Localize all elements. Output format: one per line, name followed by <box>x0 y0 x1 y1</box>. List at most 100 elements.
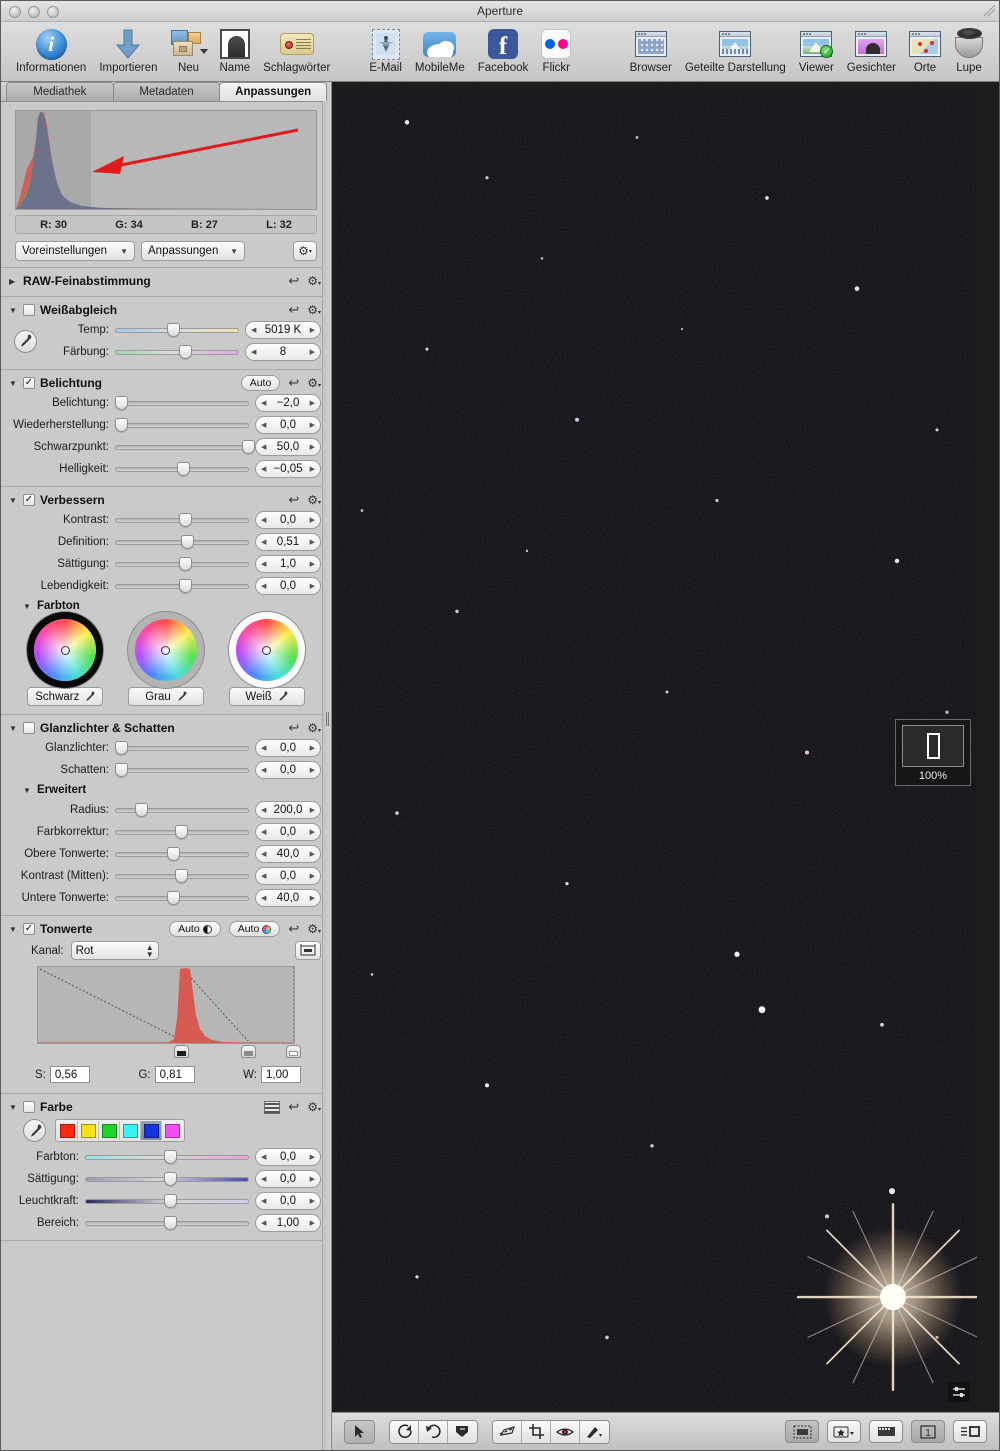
stepper-right-arrow-icon[interactable]: ▶ <box>310 1175 315 1183</box>
color-swatch-blue[interactable] <box>141 1121 162 1140</box>
untere-tonwerte-stepper[interactable]: ◀ 40,0 ▶ <box>255 889 321 907</box>
chevron-down-icon[interactable]: ▼ <box>9 925 18 934</box>
gear-icon[interactable]: ⚙▾ <box>307 274 321 288</box>
glanzlichter-stepper[interactable]: ◀ 0,0 ▶ <box>255 739 321 757</box>
kontrast-mitten-stepper[interactable]: ◀ 0,0 ▶ <box>255 867 321 885</box>
black-tint-wheel[interactable] <box>34 619 97 681</box>
tab-mediathek[interactable]: Mediathek <box>6 82 114 101</box>
gear-icon[interactable]: ⚙▾ <box>307 303 321 317</box>
tab-anpassungen[interactable]: Anpassungen <box>219 82 328 101</box>
gray-tint-wheel[interactable] <box>134 619 197 681</box>
obere-tonwerte-slider-track[interactable] <box>115 851 249 857</box>
gear-icon[interactable]: ⚙▾ <box>293 241 317 261</box>
tint-slider-track[interactable] <box>115 349 239 355</box>
stepper-right-arrow-icon[interactable]: ▶ <box>310 560 315 568</box>
white-tint-picker-button[interactable]: Weiß <box>228 687 305 706</box>
gear-icon[interactable]: ⚙▾ <box>307 922 321 936</box>
stepper-right-arrow-icon[interactable]: ▶ <box>310 744 315 752</box>
belichtung-slider-knob[interactable] <box>115 396 128 410</box>
levels-gray-marker[interactable] <box>240 1045 256 1058</box>
section-header-color[interactable]: ▼ Farbe ↩ ⚙▾ <box>1 1098 331 1116</box>
enhance-checkbox[interactable]: ✓ <box>23 494 35 506</box>
kontrast-slider-knob[interactable] <box>179 513 193 527</box>
stepper-right-arrow-icon[interactable]: ▶ <box>310 348 315 356</box>
levels-histogram[interactable] <box>37 966 295 1044</box>
color-saettigung-slider-knob[interactable] <box>163 1172 177 1186</box>
section-header-levels[interactable]: ▼ ✓ Tonwerte Auto Auto ↩ ⚙▾ <box>1 920 331 938</box>
reset-icon[interactable]: ↩ <box>288 273 299 289</box>
stepper-right-arrow-icon[interactable]: ▶ <box>310 582 315 590</box>
bereich-stepper[interactable]: ◀ 1,00 ▶ <box>255 1214 321 1232</box>
crop-icon[interactable] <box>522 1420 551 1443</box>
levels-auto-luminance-button[interactable]: Auto <box>169 921 221 937</box>
gear-icon[interactable]: ⚙▾ <box>307 493 321 507</box>
presets-popup-button[interactable]: Voreinstellungen ▼ <box>15 241 135 261</box>
levels-white-marker[interactable] <box>285 1045 301 1058</box>
exposure-auto-button[interactable]: Auto <box>240 375 281 391</box>
chevron-down-icon[interactable]: ▼ <box>9 1103 18 1112</box>
toolbar-button-gesichter[interactable]: Gesichter <box>842 25 901 76</box>
adjustments-popup-button[interactable]: Anpassungen ▼ <box>141 241 245 261</box>
stepper-right-arrow-icon[interactable]: ▶ <box>310 1219 315 1227</box>
untere-tonwerte-slider-knob[interactable] <box>167 891 181 905</box>
stepper-right-arrow-icon[interactable]: ▶ <box>310 872 315 880</box>
helligkeit-slider-knob[interactable] <box>176 462 190 476</box>
stepper-right-arrow-icon[interactable]: ▶ <box>310 516 315 524</box>
leuchtkraft-slider-knob[interactable] <box>163 1194 177 1208</box>
highlights-shadows-checkbox[interactable] <box>23 722 35 734</box>
selection-arrow-icon[interactable] <box>345 1420 374 1443</box>
obere-tonwerte-stepper[interactable]: ◀ 40,0 ▶ <box>255 845 321 863</box>
toolbar-button-name[interactable]: Name <box>215 25 256 76</box>
obere-tonwerte-slider-knob[interactable] <box>167 847 181 861</box>
toolbar-button-mobileme[interactable]: MobileMe <box>410 25 470 76</box>
toolbar-button-importieren[interactable]: Importieren <box>94 25 162 76</box>
stepper-right-arrow-icon[interactable]: ▶ <box>310 399 315 407</box>
section-header-enhance[interactable]: ▼ ✓ Verbessern ↩ ⚙▾ <box>1 491 331 509</box>
glanzlichter-slider-knob[interactable] <box>115 741 128 755</box>
gear-icon[interactable]: ⚙▾ <box>307 1100 321 1114</box>
white-tint-wheel[interactable] <box>235 619 298 681</box>
exposure-checkbox[interactable]: ✓ <box>23 377 35 389</box>
flag-down-icon[interactable] <box>448 1420 477 1443</box>
stepper-right-arrow-icon[interactable]: ▶ <box>310 465 315 473</box>
chevron-down-icon[interactable]: ▼ <box>9 496 18 505</box>
stepper-right-arrow-icon[interactable]: ▶ <box>310 850 315 858</box>
levels-checkbox[interactable]: ✓ <box>23 923 35 935</box>
definition-slider-knob[interactable] <box>180 535 194 549</box>
red-eye-icon[interactable] <box>551 1420 580 1443</box>
toolbar-button-neu[interactable]: Neu <box>166 25 212 76</box>
stepper-right-arrow-icon[interactable]: ▶ <box>310 1153 315 1161</box>
lebendigkeit-slider-knob[interactable] <box>179 579 193 593</box>
stepper-right-arrow-icon[interactable]: ▶ <box>310 766 315 774</box>
gray-tint-picker-button[interactable]: Grau <box>127 687 204 706</box>
channel-select[interactable]: Rot ▲ ▼ <box>70 941 159 960</box>
helligkeit-stepper[interactable]: ◀ −0,05 ▶ <box>255 460 321 478</box>
bereich-slider-knob[interactable] <box>163 1216 177 1230</box>
stepper-right-arrow-icon[interactable]: ▶ <box>310 421 315 429</box>
tint-stepper[interactable]: ◀ 8 ▶ <box>245 343 321 361</box>
toolbar-button-viewer[interactable]: ✓ Viewer <box>794 25 839 76</box>
saettigung-slider-knob[interactable] <box>179 557 193 571</box>
toolbar-button-email[interactable]: E-Mail <box>364 25 407 76</box>
toolbar-button-geteilte-darstellung[interactable]: Geteilte Darstellung <box>680 25 791 76</box>
toolbar-button-informationen[interactable]: i Informationen <box>11 25 91 76</box>
toolbar-button-facebook[interactable]: f Facebook <box>473 25 534 76</box>
subsection-header-farbton[interactable]: ▼ Farbton <box>1 597 331 615</box>
schatten-stepper[interactable]: ◀ 0,0 ▶ <box>255 761 321 779</box>
chevron-down-icon[interactable]: ▼ <box>9 306 18 315</box>
kontrast-mitten-slider-knob[interactable] <box>175 869 189 883</box>
rating-badge-icon[interactable] <box>827 1420 861 1443</box>
reset-icon[interactable]: ↩ <box>288 720 299 736</box>
levels-expand-button[interactable] <box>295 941 321 960</box>
color-swatch-yellow[interactable] <box>78 1121 99 1140</box>
straighten-icon[interactable] <box>493 1420 522 1443</box>
filmstrip-icon[interactable] <box>869 1420 903 1443</box>
levels-black-input[interactable]: 0,56 <box>49 1066 90 1083</box>
section-header-exposure[interactable]: ▼ ✓ Belichtung Auto ↩ ⚙▾ <box>1 374 331 392</box>
wiederherstellung-slider-knob[interactable] <box>115 418 128 432</box>
color-swatch-red[interactable] <box>57 1121 78 1140</box>
color-farbton-stepper[interactable]: ◀ 0,0 ▶ <box>255 1148 321 1166</box>
temp-slider-knob[interactable] <box>167 323 181 337</box>
farbkorrektur-stepper[interactable]: ◀ 0,0 ▶ <box>255 823 321 841</box>
section-header-highlights-shadows[interactable]: ▼ Glanzlichter & Schatten ↩ ⚙▾ <box>1 719 331 737</box>
